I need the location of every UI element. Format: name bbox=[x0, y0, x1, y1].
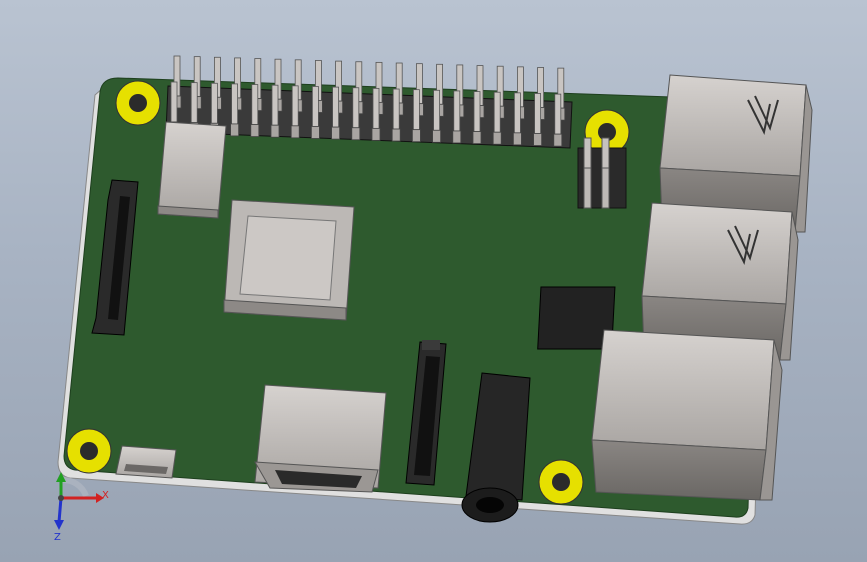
mounting-hole-bottom-right bbox=[538, 459, 584, 505]
ethernet-port[interactable] bbox=[591, 329, 783, 501]
gpio-pin-base bbox=[452, 130, 462, 144]
gpio-pin-base bbox=[270, 124, 280, 138]
gpio-pin bbox=[332, 86, 340, 128]
gpio-pin-base bbox=[331, 126, 341, 140]
orientation-triad[interactable]: X Z bbox=[54, 472, 109, 543]
gpio-pin bbox=[473, 91, 481, 132]
gpio-pin bbox=[352, 87, 360, 129]
hdmi-connector[interactable] bbox=[254, 384, 387, 493]
gpio-pin-base bbox=[553, 133, 563, 147]
soc-chip[interactable] bbox=[223, 199, 355, 321]
gpio-pin bbox=[392, 88, 400, 130]
gpio-pin-base bbox=[513, 132, 522, 146]
gpio-pin-base bbox=[472, 131, 482, 144]
gpio-pin bbox=[291, 85, 299, 127]
micro-usb-power[interactable] bbox=[115, 445, 177, 479]
gpio-pin bbox=[311, 86, 319, 127]
metal-shield-small[interactable] bbox=[157, 121, 227, 219]
mounting-hole-bottom-left bbox=[66, 428, 112, 474]
gpio-pin-base bbox=[351, 127, 361, 141]
poe-header[interactable] bbox=[577, 137, 627, 209]
triad-x-label: X bbox=[102, 490, 109, 501]
gpio-pin bbox=[231, 83, 239, 125]
gpio-pin bbox=[251, 84, 259, 125]
gpio-pin-base bbox=[230, 123, 240, 137]
gpio-pin bbox=[271, 84, 279, 126]
triad-z-label: Z bbox=[54, 532, 61, 543]
gpio-pin bbox=[412, 89, 420, 131]
gpio-pin bbox=[170, 81, 178, 123]
gpio-pin-base bbox=[492, 131, 502, 145]
gpio-pin-base bbox=[411, 129, 421, 143]
graphics-viewport[interactable]: X Z bbox=[0, 0, 867, 562]
triad-z-axis bbox=[57, 497, 63, 523]
gpio-pin bbox=[453, 90, 461, 132]
gpio-pin-base bbox=[533, 133, 542, 146]
gpio-pin bbox=[514, 92, 521, 134]
gpio-pin-base bbox=[371, 127, 381, 141]
gpio-pin-base bbox=[290, 125, 300, 139]
gpio-pin bbox=[210, 82, 218, 124]
gpio-pin-base bbox=[432, 129, 442, 143]
gpio-pin bbox=[493, 91, 501, 133]
mounting-hole-top-left bbox=[115, 80, 161, 126]
gpio-pin-base bbox=[310, 126, 320, 139]
gpio-pin-base bbox=[391, 128, 401, 142]
gpio-pin bbox=[433, 89, 441, 131]
gpio-pin bbox=[554, 93, 562, 135]
gpio-pin bbox=[190, 82, 198, 124]
gpio-pin bbox=[534, 93, 541, 134]
gpio-pin bbox=[372, 87, 380, 129]
model-view[interactable]: X Z bbox=[0, 0, 867, 562]
triad-z-arrow-icon bbox=[54, 520, 64, 530]
gpio-pin-base bbox=[250, 124, 260, 137]
